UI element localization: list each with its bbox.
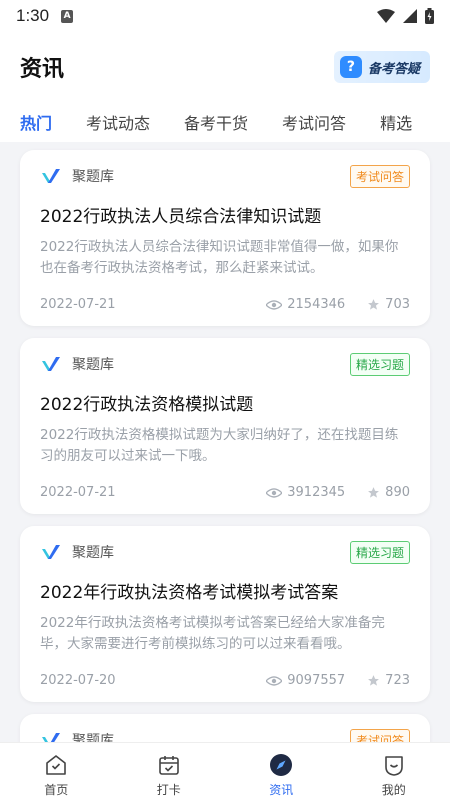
wifi-icon: [377, 9, 395, 23]
article-title[interactable]: 2022行政执法人员综合法律知识试题: [40, 202, 410, 227]
category-tag: 考试问答: [349, 728, 410, 742]
status-bar: 1:30 A: [0, 0, 450, 32]
nav-checkin-label: 打卡: [156, 783, 181, 797]
eye-icon: [266, 299, 283, 310]
signal-icon: [403, 9, 417, 23]
star-count: 703: [385, 297, 410, 312]
view-count: 2154346: [287, 297, 346, 312]
profile-icon: [384, 756, 403, 776]
article-feed[interactable]: 聚题库 考试问答 2022行政执法人员综合法律知识试题 2022行政执法人员综合…: [0, 142, 450, 742]
nav-news-label: 资讯: [269, 783, 294, 797]
article-card[interactable]: 聚题库 考试问答 2022行政执法人员综合法律知识试题 2022行政执法人员综合…: [20, 150, 430, 326]
eye-icon: [266, 675, 283, 686]
source-logo-icon: [42, 545, 60, 559]
page-title: 资讯: [20, 57, 65, 82]
view-count: 9097557: [287, 673, 346, 688]
calendar-icon: [158, 756, 179, 775]
source-logo-icon: [42, 169, 60, 183]
article-summary: 2022行政执法人员综合法律知识试题非常值得一做，如果你也在备考行政执法资格考试…: [40, 239, 399, 276]
category-tabs: 热门 考试动态 备考干货 考试问答 精选: [0, 102, 450, 142]
article-summary: 2022行政执法资格模拟试题为大家归纳好了，还在找题目练习的朋友可以过来试一下哦…: [40, 427, 399, 464]
source-name: 聚题库: [72, 733, 114, 742]
nav-checkin[interactable]: 打卡: [113, 743, 226, 801]
article-date: 2022-07-21: [40, 485, 116, 500]
category-tag: 考试问答: [349, 164, 410, 188]
star-icon: [368, 675, 380, 686]
article-date: 2022-07-21: [40, 297, 116, 312]
exam-qa-label: 备考答疑: [367, 61, 420, 77]
status-icons: [377, 8, 434, 24]
article-summary: 2022年行政执法资格考试模拟考试答案已经给大家准备完毕，大家需要进行考前模拟练…: [40, 615, 385, 652]
nav-news[interactable]: 资讯: [225, 743, 338, 801]
source-logo-icon: [42, 733, 60, 742]
tab-selected[interactable]: 精选: [380, 110, 412, 134]
tab-prep-tips[interactable]: 备考干货: [184, 110, 248, 134]
tab-exam-news[interactable]: 考试动态: [86, 110, 150, 134]
exam-qa-button[interactable]: ? 备考答疑: [333, 51, 430, 83]
question-icon: ?: [339, 56, 362, 78]
article-card[interactable]: 聚题库 考试问答: [20, 714, 430, 742]
compass-icon: [270, 754, 293, 776]
source-name: 聚题库: [72, 169, 114, 185]
article-title[interactable]: 2022行政执法资格模拟试题: [40, 390, 410, 415]
article-card[interactable]: 聚题库 精选习题 2022行政执法资格模拟试题 2022行政执法资格模拟试题为大…: [20, 338, 430, 514]
bottom-navigation: 首页 打卡 资讯 我的: [0, 742, 450, 801]
star-count: 723: [385, 673, 410, 688]
battery-icon: [425, 8, 434, 24]
nav-home-label: 首页: [44, 783, 69, 797]
category-tag: 精选习题: [349, 352, 410, 376]
status-time: 1:30: [16, 6, 50, 25]
article-date: 2022-07-20: [40, 673, 116, 688]
article-card[interactable]: 聚题库 精选习题 2022年行政执法资格考试模拟考试答案 2022年行政执法资格…: [20, 526, 430, 702]
home-icon: [46, 755, 67, 775]
notification-a-icon: A: [61, 9, 74, 23]
tab-hot[interactable]: 热门: [20, 110, 52, 134]
nav-home[interactable]: 首页: [0, 743, 113, 801]
star-icon: [368, 299, 380, 310]
nav-mine[interactable]: 我的: [338, 743, 450, 801]
source-logo-icon: [42, 357, 60, 371]
source-name: 聚题库: [72, 357, 114, 373]
article-title[interactable]: 2022年行政执法资格考试模拟考试答案: [40, 578, 410, 603]
star-icon: [368, 487, 380, 498]
eye-icon: [266, 487, 283, 498]
view-count: 3912345: [287, 485, 346, 500]
source-name: 聚题库: [72, 545, 114, 561]
nav-mine-label: 我的: [381, 783, 406, 797]
app-header: 资讯 ? 备考答疑: [0, 32, 450, 102]
tab-exam-qa[interactable]: 考试问答: [282, 110, 346, 134]
star-count: 890: [385, 485, 410, 500]
category-tag: 精选习题: [349, 540, 410, 564]
